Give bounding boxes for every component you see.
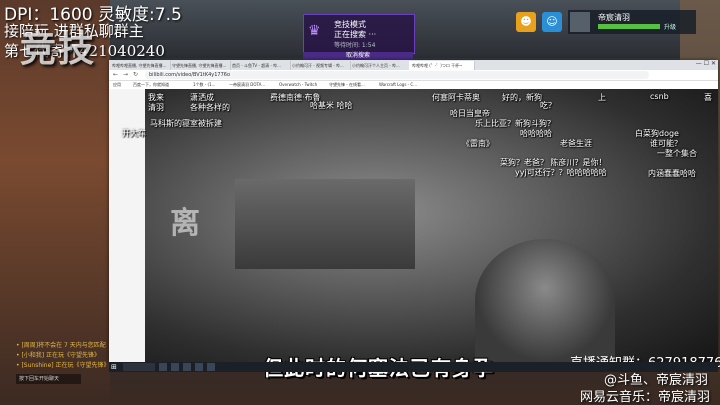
browser-tab-active[interactable]: 哔哩哔哩 (゜-゜)つロ 干杯~ — [409, 61, 475, 70]
level-label: 升级 — [664, 24, 677, 31]
danmaku-comment: 何塞阿卡蒂奥 — [432, 93, 480, 102]
danmaku-comment: 一整个集合 — [657, 149, 697, 158]
windows-start-icon[interactable]: ⊞ — [111, 363, 119, 371]
taskbar-search[interactable] — [123, 363, 155, 371]
bookmark-item[interactable]: 一帝宸清羽 DOTA... — [229, 81, 265, 89]
back-icon[interactable]: ← — [113, 71, 118, 78]
danmaku-comment: 哈基米 哈哈 — [310, 101, 353, 110]
danmaku-comment: 内涵蠢蠢哈哈 — [648, 169, 696, 178]
taskbar-app-icon[interactable] — [207, 363, 215, 371]
danmaku-comment: 马科斯的寝室被拆建 — [150, 119, 222, 128]
danmaku-comment: 开大车 — [122, 129, 146, 138]
danmaku-comment: 哈哈哈哈 — [520, 129, 552, 138]
cancel-search-button[interactable]: 取消搜索 — [303, 52, 413, 60]
window-controls[interactable]: — ☐ ✕ — [696, 60, 716, 67]
level-progress-bar — [598, 24, 660, 29]
taskbar-app-icon[interactable] — [195, 363, 203, 371]
address-bar[interactable]: bilibili.com/video/BV1tK4y1776o — [145, 71, 649, 79]
video-page — [109, 89, 718, 362]
chat-line: • [Sunshine] 正在玩《守望先锋》 — [16, 362, 110, 369]
browser-tab[interactable]: 小约翰可汗 - 视频专辑 - 哔... — [289, 61, 351, 70]
bookmark-item[interactable]: 应用 — [113, 81, 121, 89]
matchmaking-status: 正在搜索 ··· — [334, 30, 377, 39]
danmaku-comment: 乐上比亚？ — [475, 119, 515, 128]
video-player[interactable] — [145, 89, 718, 362]
overlay-large-text: 竞技 — [20, 29, 97, 70]
taskbar-app-icon[interactable] — [171, 363, 179, 371]
music-credit-text: 网易云音乐：帝宸清羽 — [580, 390, 711, 405]
player-name: 帝宸清羽 — [598, 13, 630, 22]
chat-line: • [小和我] 正在玩《守望先锋》 — [16, 352, 101, 359]
social-icon[interactable]: ☻ — [516, 12, 536, 32]
danmaku-comment: 上 — [598, 93, 606, 102]
video-scene-person — [475, 239, 615, 362]
bookmark-item[interactable]: 1个数 - (1... — [193, 81, 215, 89]
danmaku-comment: 清羽 — [148, 103, 164, 112]
bookmark-item[interactable]: 守望先锋 - 在线看... — [329, 81, 365, 89]
matchmaking-time: 等待时间: 1:54 — [334, 42, 376, 49]
bookmark-item[interactable]: Warcraft Logs - C... — [379, 81, 417, 89]
taskbar-app-icon[interactable] — [159, 363, 167, 371]
danmaku-comment: 喜 — [704, 93, 712, 102]
tab-bar: 哔哩哔哩直播, 守望先锋直播... 守望先锋直播, 守望先锋直播... 首页 -… — [109, 60, 718, 70]
browser-tab[interactable]: 守望先锋直播, 守望先锋直播... — [169, 61, 231, 70]
forward-icon[interactable]: → — [123, 71, 128, 78]
matchmaking-panel: ♛ 竞技模式 正在搜索 ··· 等待时间: 1:54 — [303, 14, 415, 54]
danmaku-comment: 好的，新狗 — [502, 93, 542, 102]
video-scene-street — [235, 179, 415, 269]
taskbar-app-icon[interactable] — [183, 363, 191, 371]
avatar — [570, 12, 590, 32]
danmaku-comment: 各种各样的 — [190, 103, 230, 112]
browser-tab[interactable]: 小约翰可汗个人主页 - 哔... — [349, 61, 411, 70]
danmaku-comment: csnb — [650, 92, 669, 101]
bookmark-item[interactable]: 百度一下，你就知道 — [133, 81, 169, 89]
address-row: ← → ↻ bilibili.com/video/BV1tK4y1776o — [109, 70, 718, 81]
bookmarks-bar: 应用 百度一下，你就知道 1个数 - (1... 一帝宸清羽 DOTA... O… — [109, 81, 718, 89]
windows-taskbar: ⊞ — [109, 362, 718, 372]
competitive-icon: ♛ — [308, 23, 321, 39]
danmaku-comment: 《雷南》 — [462, 139, 494, 148]
overlay-large-text-2: 离 — [170, 206, 200, 241]
group-icon[interactable]: ☺ — [542, 12, 562, 32]
reload-icon[interactable]: ↻ — [133, 71, 138, 78]
danmaku-comment: 老爸生涯 — [560, 139, 592, 148]
player-profile[interactable]: 帝宸清羽 升级 — [568, 10, 696, 34]
browser-tab[interactable]: 哔哩哔哩直播, 守望先锋直播... — [109, 61, 171, 70]
chat-line: • [周周]将不会在 7 天内与您匹配 — [16, 342, 106, 349]
browser-tab[interactable]: 首页 - 斗鱼TV - 超清 - 哔... — [229, 61, 291, 70]
danmaku-comment: yyj可还行？？哈哈哈哈哈 — [515, 168, 607, 177]
danmaku-comment: 吃？ — [540, 101, 556, 110]
bookmark-item[interactable]: Overwatch - Twitch — [279, 81, 317, 89]
chat-input[interactable]: 按下回车开始聊天 — [16, 374, 81, 384]
